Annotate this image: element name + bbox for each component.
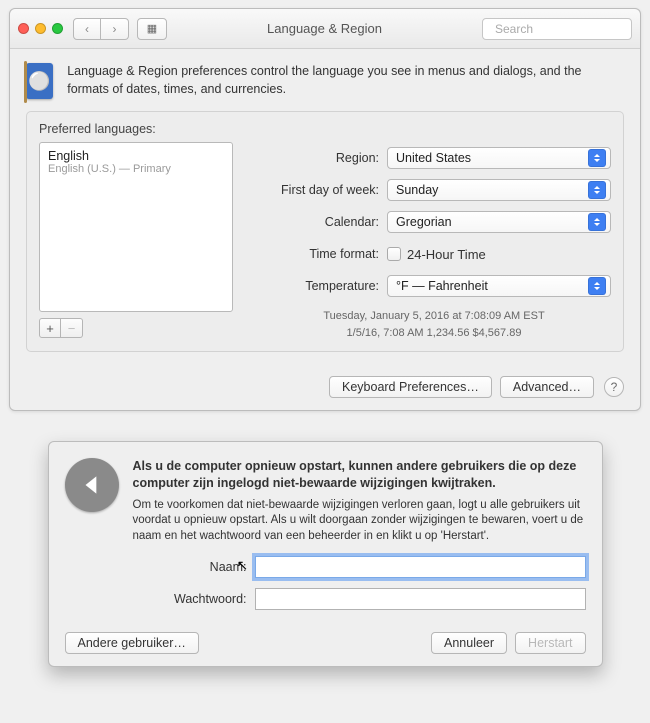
intro-text: Language & Region preferences control th… [67,63,624,98]
traffic-lights [18,23,63,34]
popup-arrows-icon [588,277,606,295]
close-window-icon[interactable] [18,23,29,34]
restart-button[interactable]: Herstart [515,632,585,654]
language-list[interactable]: English English (U.S.) — Primary [39,142,233,312]
name-input[interactable] [255,556,586,578]
show-all-button[interactable]: ▦ [137,18,167,40]
settings-panel: Preferred languages: English English (U.… [26,111,624,352]
un-flag-icon: ⚪ [26,63,53,99]
back-button[interactable]: ‹ [73,18,101,40]
keyboard-preferences-button[interactable]: Keyboard Preferences… [329,376,492,398]
timeformat-label: Time format: [257,247,387,261]
minimize-window-icon[interactable] [35,23,46,34]
remove-language-button[interactable]: − [61,318,83,338]
search-field-wrap[interactable] [482,18,632,40]
other-user-button[interactable]: Andere gebruiker… [65,632,199,654]
name-label: Naam: [65,560,255,574]
search-input[interactable] [493,21,650,37]
back-triangle-icon [65,458,119,512]
restart-auth-dialog: Als u de computer opnieuw opstart, kunne… [48,441,603,667]
popup-arrows-icon [588,181,606,199]
window-title: Language & Region [167,21,482,36]
timeformat-cb-label: 24-Hour Time [407,247,486,262]
language-region-window: ‹ › ▦ Language & Region ⚪ Language & Reg… [9,8,641,411]
intro-row: ⚪ Language & Region preferences control … [26,63,624,99]
add-language-button[interactable]: + [39,318,61,338]
nav-buttons: ‹ › [73,18,129,40]
example-line1: Tuesday, January 5, 2016 at 7:08:09 AM E… [257,308,611,325]
calendar-value: Gregorian [396,215,452,229]
example-line2: 1/5/16, 7:08 AM 1,234.56 $4,567.89 [257,325,611,342]
grid-icon: ▦ [147,22,157,35]
popup-arrows-icon [588,149,606,167]
firstday-label: First day of week: [257,183,387,197]
timeformat-checkbox[interactable] [387,247,401,261]
popup-arrows-icon [588,213,606,231]
dialog-body: Om te voorkomen dat niet-bewaarde wijzig… [133,498,586,545]
temperature-value: °F — Fahrenheit [396,279,488,293]
titlebar: ‹ › ▦ Language & Region [10,9,640,49]
firstday-value: Sunday [396,183,438,197]
advanced-button[interactable]: Advanced… [500,376,594,398]
bottom-buttons: Keyboard Preferences… Advanced… ? [10,364,640,410]
calendar-popup[interactable]: Gregorian [387,211,611,233]
region-label: Region: [257,151,387,165]
region-value: United States [396,151,471,165]
zoom-window-icon[interactable] [52,23,63,34]
help-button[interactable]: ? [604,377,624,397]
cancel-button[interactable]: Annuleer [431,632,507,654]
language-item-name: English [48,149,224,163]
language-item-sub: English (U.S.) — Primary [48,163,224,175]
region-popup[interactable]: United States [387,147,611,169]
timeformat-checkbox-wrap[interactable]: 24-Hour Time [387,247,486,262]
password-label: Wachtwoord: [65,592,255,606]
forward-button[interactable]: › [101,18,129,40]
calendar-label: Calendar: [257,215,387,229]
dialog-headline: Als u de computer opnieuw opstart, kunne… [133,458,586,492]
temperature-popup[interactable]: °F — Fahrenheit [387,275,611,297]
temperature-label: Temperature: [257,279,387,293]
format-examples: Tuesday, January 5, 2016 at 7:08:09 AM E… [257,308,611,341]
password-input[interactable] [255,588,586,610]
firstday-popup[interactable]: Sunday [387,179,611,201]
preferred-languages-label: Preferred languages: [39,122,611,136]
